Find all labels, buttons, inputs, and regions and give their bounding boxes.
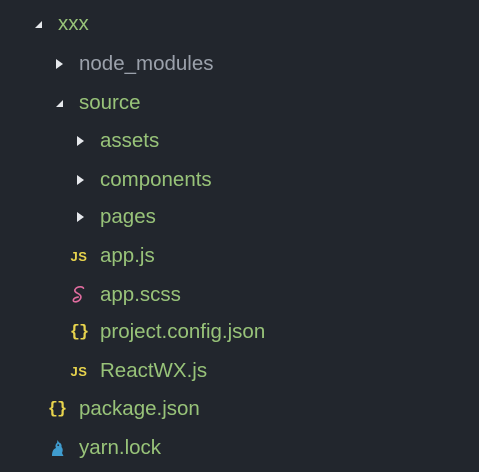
tree-file-package-json[interactable]: {} package.json (0, 390, 479, 428)
folder-label: assets (100, 129, 160, 152)
file-label: package.json (79, 397, 200, 420)
file-label: app.scss (100, 283, 181, 306)
triangle-right-icon (73, 198, 87, 236)
tree-file-reactwx-js[interactable]: JS ReactWX.js (0, 352, 479, 390)
triangle-right-icon (73, 161, 87, 199)
folder-label: components (100, 168, 212, 191)
tree-folder-source[interactable]: source (0, 84, 479, 122)
file-tree: xxx node_modules source assets component… (0, 0, 479, 472)
tree-file-app-js[interactable]: JS app.js (0, 237, 479, 275)
file-label: project.config.json (100, 320, 266, 343)
sass-file-icon (68, 276, 90, 314)
triangle-right-icon (52, 45, 66, 83)
file-label: ReactWX.js (100, 359, 208, 382)
json-file-icon: {} (47, 399, 67, 419)
file-label: yarn.lock (79, 436, 162, 459)
folder-label: pages (100, 205, 156, 228)
tree-folder-assets[interactable]: assets (0, 122, 479, 160)
tree-folder-node-modules[interactable]: node_modules (0, 45, 479, 83)
tree-folder-pages[interactable]: pages (0, 198, 479, 236)
yarn-file-icon (46, 429, 68, 467)
triangle-right-icon (73, 122, 87, 160)
js-file-icon: JS (70, 248, 88, 264)
tree-file-app-scss[interactable]: app.scss (0, 276, 479, 314)
triangle-down-icon (52, 84, 66, 122)
tree-folder-components[interactable]: components (0, 161, 479, 199)
folder-label: source (79, 91, 141, 114)
folder-label: xxx (58, 12, 89, 35)
folder-label: node_modules (79, 52, 214, 75)
js-file-icon: JS (70, 363, 88, 379)
tree-file-project-config-json[interactable]: {} project.config.json (0, 313, 479, 351)
triangle-down-icon (31, 5, 45, 43)
tree-folder-xxx[interactable]: xxx (0, 5, 479, 43)
tree-file-yarn-lock[interactable]: yarn.lock (0, 429, 479, 467)
json-file-icon: {} (69, 322, 89, 342)
file-label: app.js (100, 244, 155, 267)
